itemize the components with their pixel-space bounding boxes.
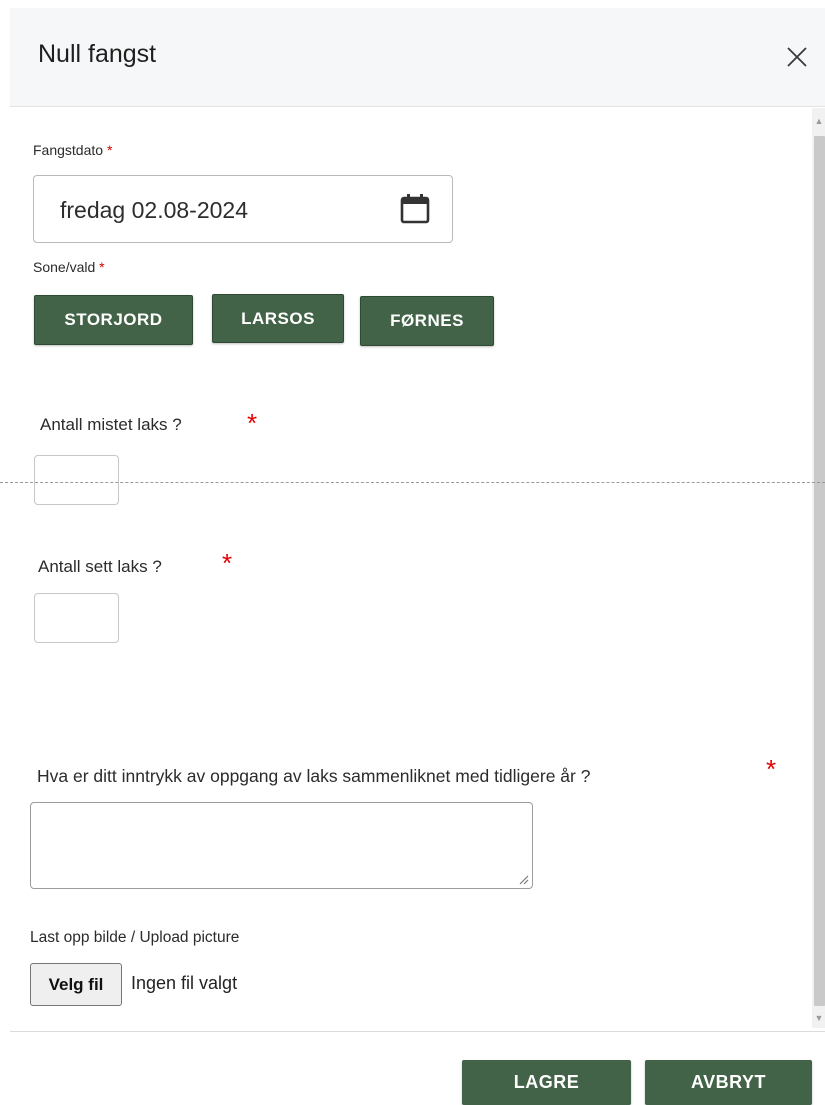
required-marker: * <box>766 754 777 784</box>
lost-salmon-input[interactable] <box>34 455 119 505</box>
calendar-icon[interactable] <box>398 192 432 226</box>
seen-salmon-input[interactable] <box>34 593 119 643</box>
required-marker: * <box>222 548 233 578</box>
seen-salmon-label: Antall sett laks ? <box>38 557 162 576</box>
required-marker: * <box>99 259 105 275</box>
impression-label: Hva er ditt inntrykk av oppgang av laks … <box>37 766 591 786</box>
scroll-down-arrow-icon[interactable]: ▼ <box>814 1013 824 1023</box>
upload-label: Last opp bilde / Upload picture <box>30 929 240 946</box>
impression-textarea[interactable] <box>30 802 533 889</box>
zone-button-fornes[interactable]: FØRNES <box>360 296 494 346</box>
lost-salmon-label: Antall mistet laks ? <box>40 415 182 434</box>
footer-divider <box>10 1031 825 1032</box>
scroll-up-arrow-icon[interactable]: ▲ <box>814 116 824 126</box>
save-button[interactable]: LAGRE <box>462 1060 631 1105</box>
zone-button-larsos[interactable]: LARSOS <box>212 294 344 343</box>
scrollbar-thumb[interactable] <box>814 136 825 1006</box>
date-field[interactable]: fredag 02.08-2024 <box>33 175 453 243</box>
zone-button-storjord[interactable]: STORJORD <box>34 295 193 345</box>
divider-dashed <box>0 482 825 483</box>
required-marker: * <box>247 408 258 438</box>
cancel-button[interactable]: AVBRYT <box>645 1060 812 1105</box>
zone-label: Sone/vald * <box>33 259 105 275</box>
file-status-text: Ingen fil valgt <box>131 973 238 993</box>
dialog-header: Null fangst <box>10 8 825 107</box>
choose-file-button[interactable]: Velg fil <box>30 963 122 1006</box>
date-value: fredag 02.08-2024 <box>60 197 248 223</box>
dialog-title: Null fangst <box>38 40 157 68</box>
date-label: Fangstdato * <box>33 142 113 158</box>
required-marker: * <box>106 142 113 158</box>
resize-grip-icon[interactable] <box>519 875 529 885</box>
close-icon[interactable] <box>783 43 811 71</box>
